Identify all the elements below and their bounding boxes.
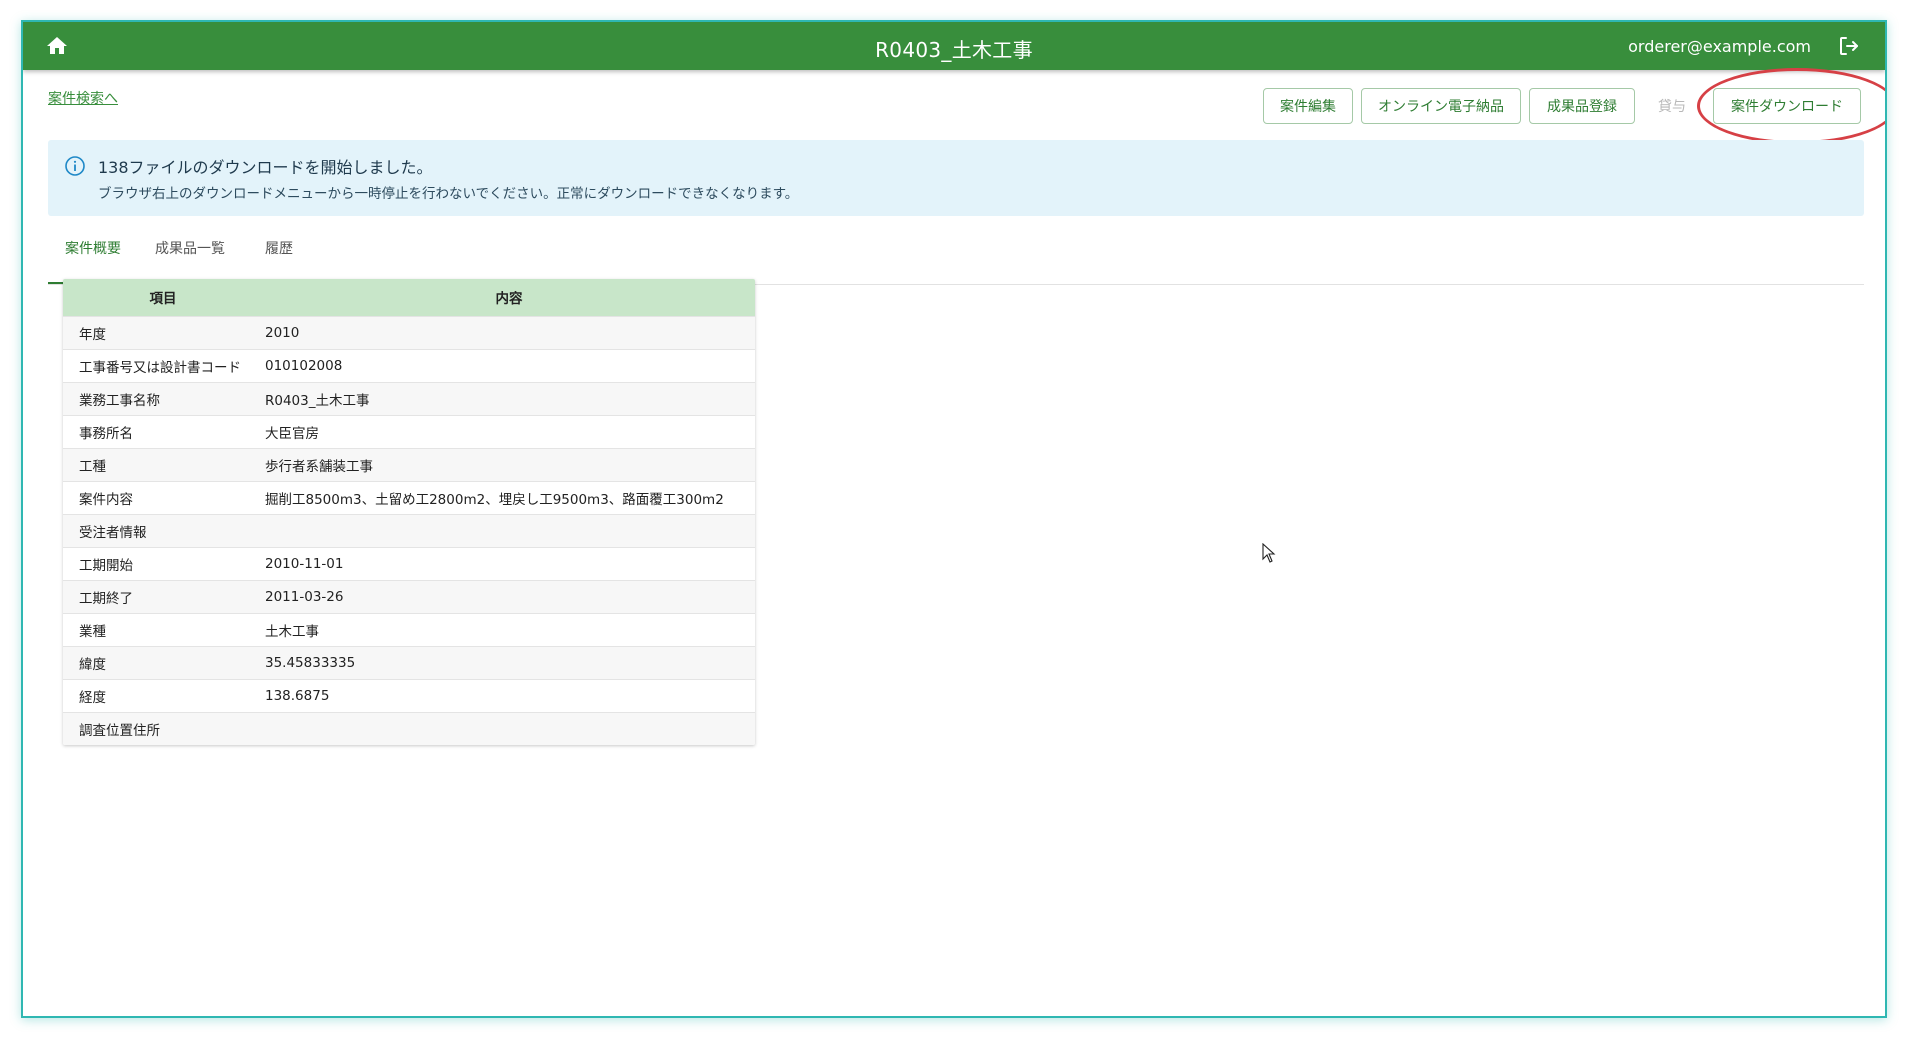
row-label: 事務所名 (63, 414, 263, 448)
project-details-table: 項目 内容 年度 2010 工事番号又は設計書コード 010102008 業務工事名称 R… (63, 279, 755, 745)
table-row: 業種 土木工事 (63, 612, 755, 646)
row-label: 工事番号又は設計書コード (63, 348, 263, 382)
row-value: 2010-11-01 (263, 546, 755, 580)
download-alert: 138ファイルのダウンロードを開始しました。 ブラウザ右上のダウンロードメニュー… (48, 140, 1864, 216)
table-row: 工期開始 2010-11-01 (63, 546, 755, 580)
online-delivery-button[interactable]: オンライン電子納品 (1361, 88, 1521, 124)
table-row: 工期終了 2011-03-26 (63, 579, 755, 613)
table-row: 案件内容 掘削工8500m3、土留め工2800m2、埋戻し工9500m3、路面覆工… (63, 480, 755, 514)
lend-button: 貸与 (1658, 99, 1686, 115)
table-row: 工種 歩行者系舗装工事 (63, 447, 755, 481)
table-row: 工事番号又は設計書コード 010102008 (63, 348, 755, 382)
row-value: 010102008 (263, 348, 755, 382)
row-value: 35.45833335 (263, 645, 755, 679)
table-row: 緯度 35.45833335 (63, 645, 755, 679)
header-content: 内容 (263, 279, 755, 316)
mouse-cursor-icon (1262, 542, 1276, 563)
table-row: 業務工事名称 R0403_土木工事 (63, 381, 755, 415)
register-results-button[interactable]: 成果品登録 (1529, 88, 1635, 124)
row-value (263, 711, 755, 745)
tab-overview[interactable]: 案件概要 (48, 227, 138, 284)
row-label: 調査位置住所 (63, 711, 263, 745)
row-value: R0403_土木工事 (263, 381, 755, 415)
row-label: 案件内容 (63, 480, 263, 514)
table-row: 年度 2010 (63, 315, 755, 349)
row-value: 歩行者系舗装工事 (263, 447, 755, 481)
tab-bar: 案件概要 成果品一覧 履歴 (48, 227, 1864, 285)
row-label: 年度 (63, 315, 263, 349)
row-label: 経度 (63, 678, 263, 712)
download-project-button[interactable]: 案件ダウンロード (1713, 88, 1861, 124)
row-label: 工期終了 (63, 579, 263, 613)
row-label: 工種 (63, 447, 263, 481)
logout-icon[interactable] (1837, 34, 1861, 58)
table-row: 受注者情報 (63, 513, 755, 547)
tab-results-list[interactable]: 成果品一覧 (138, 227, 242, 284)
row-value: 土木工事 (263, 612, 755, 646)
page-title: R0403_土木工事 (875, 38, 1033, 62)
row-value: 大臣官房 (263, 414, 755, 448)
tab-history[interactable]: 履歴 (242, 227, 316, 284)
app-bar: R0403_土木工事 orderer@example.com (23, 22, 1885, 70)
row-label: 受注者情報 (63, 513, 263, 547)
row-label: 工期開始 (63, 546, 263, 580)
row-value: 掘削工8500m3、土留め工2800m2、埋戻し工9500m3、路面覆工300m… (263, 480, 755, 514)
back-to-search-link[interactable]: 案件検索へ (48, 88, 118, 108)
app-window: R0403_土木工事 orderer@example.com 案件検索へ 案件編… (21, 20, 1887, 1018)
info-icon (64, 155, 86, 177)
row-label: 業務工事名称 (63, 381, 263, 415)
table-row: 事務所名 大臣官房 (63, 414, 755, 448)
row-value: 2011-03-26 (263, 579, 755, 613)
row-value: 2010 (263, 315, 755, 349)
alert-title: 138ファイルのダウンロードを開始しました。 (98, 158, 433, 177)
alert-message: ブラウザ右上のダウンロードメニューから一時停止を行わないでください。正常にダウン… (98, 186, 799, 202)
header-item: 項目 (63, 279, 263, 316)
user-email: orderer@example.com (1628, 37, 1811, 56)
row-label: 緯度 (63, 645, 263, 679)
table-row: 経度 138.6875 (63, 678, 755, 712)
edit-project-button[interactable]: 案件編集 (1263, 88, 1353, 124)
row-value (263, 513, 755, 547)
row-label: 業種 (63, 612, 263, 646)
row-value: 138.6875 (263, 678, 755, 712)
table-row: 調査位置住所 (63, 711, 755, 745)
